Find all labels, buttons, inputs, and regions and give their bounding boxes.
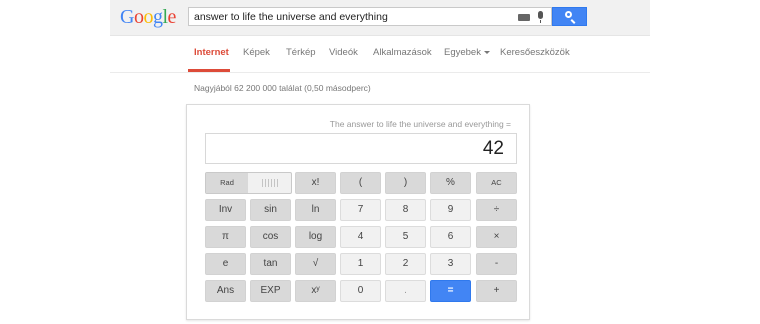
close-paren-button[interactable]: ) <box>385 172 426 194</box>
tab-maps[interactable]: Térkép <box>286 47 316 58</box>
digit-6-button[interactable]: 6 <box>430 226 471 248</box>
calculator-display: 42 <box>205 133 517 164</box>
multiply-button[interactable]: × <box>476 226 517 248</box>
percent-button[interactable]: % <box>430 172 471 194</box>
calculator-result: 42 <box>482 138 504 159</box>
tab-videos[interactable]: Videók <box>329 47 358 58</box>
keyboard-icon[interactable] <box>518 14 530 21</box>
tab-more-label: Egyebek <box>444 47 481 58</box>
subtract-button[interactable]: - <box>476 253 517 275</box>
chevron-down-icon <box>483 50 490 54</box>
factorial-button[interactable]: x! <box>295 172 336 194</box>
digit-7-button[interactable]: 7 <box>340 199 381 221</box>
digit-9-button[interactable]: 9 <box>430 199 471 221</box>
exp-button[interactable]: EXP <box>250 280 291 302</box>
calculator-history: The answer to life the universe and ever… <box>329 119 511 129</box>
tan-button[interactable]: tan <box>250 253 291 275</box>
active-tab-indicator <box>188 69 230 72</box>
search-icon <box>565 11 572 18</box>
pi-button[interactable]: π <box>205 226 246 248</box>
digit-4-button[interactable]: 4 <box>340 226 381 248</box>
deg-slider-grip <box>262 179 279 187</box>
divide-button[interactable]: ÷ <box>476 199 517 221</box>
result-stats: Nagyjából 62 200 000 találat (0,50 másod… <box>194 83 371 93</box>
digit-8-button[interactable]: 8 <box>385 199 426 221</box>
digit-1-button[interactable]: 1 <box>340 253 381 275</box>
microphone-icon[interactable] <box>538 11 543 23</box>
search-input[interactable]: answer to life the universe and everythi… <box>188 7 552 26</box>
decimal-point-button[interactable]: . <box>385 280 426 302</box>
sqrt-button[interactable]: √ <box>295 253 336 275</box>
answer-button[interactable]: Ans <box>205 280 246 302</box>
search-button[interactable] <box>552 7 587 26</box>
cos-button[interactable]: cos <box>250 226 291 248</box>
search-query-text: answer to life the universe and everythi… <box>194 11 388 23</box>
all-clear-button[interactable]: AC <box>476 172 517 194</box>
equals-button[interactable]: = <box>430 280 471 302</box>
digit-3-button[interactable]: 3 <box>430 253 471 275</box>
rad-label: Rad <box>206 173 248 193</box>
rad-deg-toggle[interactable]: Rad <box>205 172 292 194</box>
digit-0-button[interactable]: 0 <box>340 280 381 302</box>
tab-search-tools[interactable]: Keresőeszközök <box>500 47 570 58</box>
open-paren-button[interactable]: ( <box>340 172 381 194</box>
sin-button[interactable]: sin <box>250 199 291 221</box>
tab-apps[interactable]: Alkalmazások <box>373 47 432 58</box>
add-button[interactable]: + <box>476 280 517 302</box>
calculator-widget: The answer to life the universe and ever… <box>186 104 530 320</box>
digit-2-button[interactable]: 2 <box>385 253 426 275</box>
log-button[interactable]: log <box>295 226 336 248</box>
ln-button[interactable]: ln <box>295 199 336 221</box>
google-logo[interactable]: Google <box>120 6 176 29</box>
tab-internet[interactable]: Internet <box>194 47 229 58</box>
inverse-button[interactable]: Inv <box>205 199 246 221</box>
power-button[interactable]: xʸ <box>295 280 336 302</box>
digit-5-button[interactable]: 5 <box>385 226 426 248</box>
tab-more[interactable]: Egyebek <box>444 47 490 58</box>
e-constant-button[interactable]: e <box>205 253 246 275</box>
tab-images[interactable]: Képek <box>243 47 270 58</box>
